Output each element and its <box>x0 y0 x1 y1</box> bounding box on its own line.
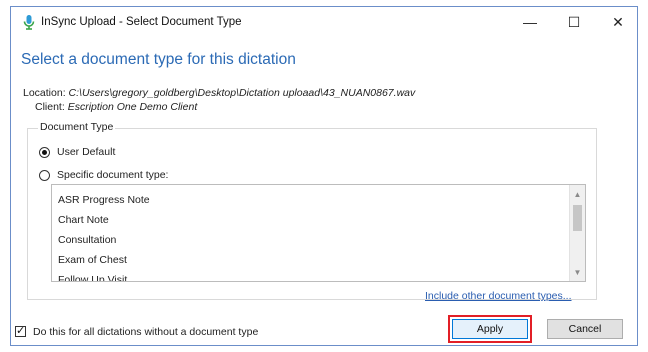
close-button[interactable]: ✕ <box>596 7 640 37</box>
user-default-radio[interactable] <box>39 147 50 158</box>
title-bar[interactable]: InSync Upload - Select Document Type — ☐… <box>11 7 637 37</box>
window-title: InSync Upload - Select Document Type <box>41 16 242 28</box>
list-item[interactable]: Consultation <box>58 230 150 250</box>
location-label: Location: <box>23 87 66 99</box>
cancel-button[interactable]: Cancel <box>547 319 623 339</box>
specific-document-type-label[interactable]: Specific document type: <box>57 169 168 181</box>
dialog-heading: Select a document type for this dictatio… <box>21 51 296 68</box>
microphone-icon <box>21 14 37 30</box>
list-item[interactable]: Follow Up Visit <box>58 270 150 281</box>
scroll-thumb[interactable] <box>573 205 582 231</box>
apply-to-all-checkbox[interactable] <box>15 324 26 337</box>
apply-to-all-label[interactable]: Do this for all dictations without a doc… <box>33 326 258 338</box>
apply-button[interactable]: Apply <box>452 319 528 339</box>
client-label: Client: <box>35 101 65 113</box>
scroll-down-icon[interactable]: ▼ <box>570 265 585 279</box>
list-item[interactable]: Chart Note <box>58 210 150 230</box>
document-type-list[interactable]: ASR Progress Note Chart Note Consultatio… <box>51 184 586 282</box>
list-scrollbar[interactable]: ▲ ▼ <box>569 185 585 281</box>
location-row: Location: C:\Users\gregory_goldberg\Desk… <box>23 87 415 99</box>
document-type-legend: Document Type <box>38 121 116 133</box>
location-value: C:\Users\gregory_goldberg\Desktop\Dictat… <box>68 87 416 99</box>
client-value: Escription One Demo Client <box>67 101 198 113</box>
minimize-button[interactable]: — <box>508 7 552 37</box>
client-row: Client: Escription One Demo Client <box>35 101 197 113</box>
maximize-button[interactable]: ☐ <box>552 7 596 37</box>
include-other-types-link[interactable]: Include other document types... <box>425 290 572 302</box>
scroll-up-icon[interactable]: ▲ <box>570 187 585 201</box>
list-item[interactable]: Exam of Chest <box>58 250 150 270</box>
list-item[interactable]: ASR Progress Note <box>58 190 150 210</box>
specific-document-type-radio[interactable] <box>39 170 50 181</box>
user-default-label[interactable]: User Default <box>57 146 115 158</box>
